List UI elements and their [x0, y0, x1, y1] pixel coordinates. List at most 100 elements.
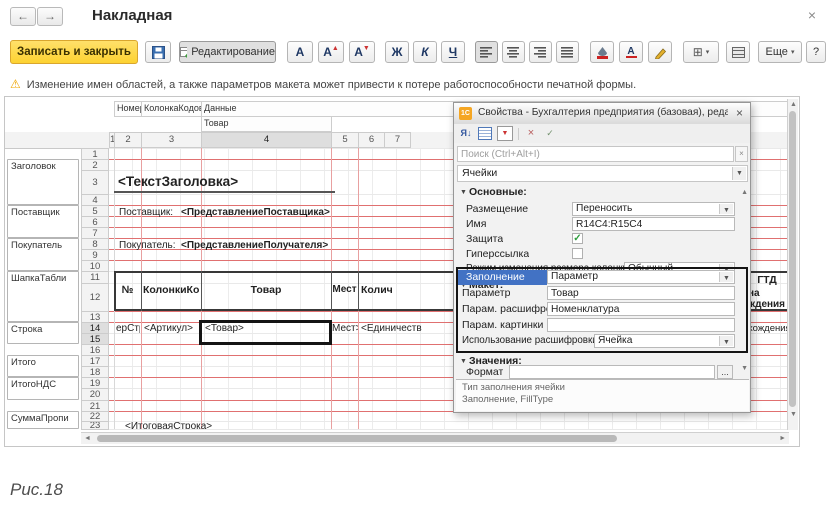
italic-button[interactable]: К	[413, 41, 437, 63]
fill-color-button[interactable]	[590, 41, 614, 63]
sort-icon[interactable]: Я↓	[459, 127, 473, 140]
prop-placement-label: Размещение	[466, 203, 528, 215]
important-properties-icon[interactable]: ▼	[497, 126, 513, 141]
properties-search-input[interactable]	[457, 146, 734, 162]
column-header-6[interactable]: 6	[358, 132, 385, 148]
prop-picture-input[interactable]	[547, 318, 735, 332]
area-label-zagolovok[interactable]: Заголовок	[7, 159, 79, 205]
section-main[interactable]: ▼Основные:	[460, 186, 527, 198]
cell-buyer-value[interactable]: <ПредставлениеПолучателя>	[181, 240, 328, 251]
prop-fill-combo[interactable]: Параметр▼	[547, 270, 735, 284]
font-color-button[interactable]: A	[619, 41, 643, 63]
scroll-down-icon[interactable]: ▼	[790, 411, 797, 418]
align-left-button[interactable]	[475, 41, 498, 63]
horizontal-scrollbar-thumb[interactable]	[97, 435, 617, 442]
column-subgroup-header[interactable]: Товар	[201, 116, 332, 132]
save-button[interactable]	[145, 41, 171, 63]
area-label-stroka[interactable]: Строка	[7, 322, 79, 344]
column-header-7[interactable]: 7	[384, 132, 411, 148]
close-icon[interactable]: ×	[808, 8, 816, 22]
cell-supplier-value[interactable]: <ПредставлениеПоставщика>	[181, 207, 330, 218]
underline-button[interactable]: Ч	[441, 41, 465, 63]
forward-button[interactable]: →	[37, 7, 63, 26]
format-ellipsis-button[interactable]: ...	[717, 365, 733, 379]
scroll-up-icon[interactable]: ▲	[790, 101, 797, 108]
cell-r14-mest[interactable]: Мест>	[332, 323, 358, 334]
column-header-3[interactable]: 3	[141, 132, 202, 148]
row-header-3[interactable]: 3	[81, 170, 109, 195]
scroll-left-icon[interactable]: ◄	[84, 435, 91, 442]
column-header-2[interactable]: 2	[114, 132, 142, 148]
cell-r14-country[interactable]: хождения>	[748, 323, 789, 334]
selected-cell[interactable]	[199, 320, 332, 345]
font-button[interactable]: А	[287, 41, 313, 63]
area-label-summapropisyu[interactable]: СуммаПропи	[7, 411, 79, 429]
cell-total-row[interactable]: <ИтоговаяСтрока>	[125, 421, 212, 429]
row-header-12[interactable]: 12	[81, 283, 109, 312]
vertical-scrollbar-thumb[interactable]	[789, 111, 796, 407]
th-qty[interactable]: Колич	[361, 284, 409, 296]
scroll-right-icon[interactable]: ►	[779, 435, 786, 442]
properties-filter-combo[interactable]: Ячейки ▼	[457, 165, 748, 182]
th-code[interactable]: КолонкиКо	[143, 284, 200, 296]
prop-param-input[interactable]	[547, 286, 735, 300]
th-number[interactable]: №	[114, 284, 141, 296]
help-button[interactable]: ?	[806, 41, 826, 63]
draw-border-button[interactable]	[648, 41, 672, 63]
cell-title[interactable]: <ТекстЗаголовка>	[118, 174, 238, 189]
horizontal-scrollbar[interactable]: ◄ ►	[81, 432, 789, 444]
area-label-itogonds[interactable]: ИтогоНДС	[7, 377, 79, 400]
properties-scroll-up-icon[interactable]: ▲	[741, 189, 748, 196]
properties-scroll-down-icon[interactable]: ▼	[741, 365, 748, 372]
row-header-23[interactable]: 23	[81, 421, 109, 430]
properties-title: Свойства - Бухгалтерия предприятия (базо…	[478, 107, 728, 118]
align-left-icon	[480, 47, 493, 58]
prop-picture-label: Парам. картинки	[462, 319, 543, 331]
column-group-header[interactable]: КолонкаКодов	[141, 101, 202, 117]
back-button[interactable]: ←	[10, 7, 36, 26]
prop-placement-combo[interactable]: Переносить▼	[572, 202, 735, 216]
area-label-shapka[interactable]: ШапкаТабли	[7, 271, 79, 322]
bold-button[interactable]: Ж	[385, 41, 409, 63]
apply-icon[interactable]: ✓	[543, 127, 557, 140]
align-right-button[interactable]	[529, 41, 552, 63]
th-item[interactable]: Товар	[201, 284, 331, 296]
column-header-4[interactable]: 4	[201, 132, 332, 148]
properties-titlebar[interactable]: 1С Свойства - Бухгалтерия предприятия (б…	[454, 103, 750, 125]
prop-decode-input[interactable]	[547, 302, 735, 316]
prop-hyperlink-checkbox[interactable]	[572, 248, 583, 259]
prop-format-input[interactable]	[509, 365, 715, 379]
prop-name-input[interactable]	[572, 217, 735, 231]
prop-protect-checkbox[interactable]	[572, 233, 583, 244]
chevron-down-icon: ▼	[719, 204, 733, 214]
font-increase-button[interactable]: А▲	[318, 41, 344, 63]
borders-button[interactable]: ⊞▾	[683, 41, 719, 63]
cell-r14-articul[interactable]: <Артикул>	[144, 323, 200, 334]
th-country-line2[interactable]: ждения	[748, 299, 785, 310]
prop-fill-label[interactable]: Заполнение	[458, 270, 547, 285]
save-and-close-button[interactable]: Записать и закрыть	[10, 40, 138, 64]
th-mest[interactable]: Мест	[331, 284, 358, 295]
cell-supplier-label[interactable]: Поставщик:	[119, 207, 173, 218]
more-button[interactable]: Еще▾	[758, 41, 802, 63]
font-decrease-button[interactable]: А▼	[349, 41, 375, 63]
column-header-5[interactable]: 5	[331, 132, 359, 148]
th-gtd[interactable]: ГТД	[746, 274, 788, 286]
area-label-pokupatel[interactable]: Покупатель	[7, 238, 79, 271]
prop-use-decode-combo[interactable]: Ячейка▼	[594, 334, 735, 348]
search-clear-icon[interactable]: ×	[735, 146, 748, 162]
categories-icon[interactable]	[478, 127, 492, 140]
cell-buyer-label[interactable]: Покупатель:	[119, 240, 176, 251]
cancel-icon[interactable]: ×	[524, 127, 538, 140]
cell-r14-number[interactable]: ерСтр	[116, 323, 140, 334]
align-center-button[interactable]	[502, 41, 525, 63]
area-label-postavschik[interactable]: Поставщик	[7, 205, 79, 238]
column-group-header[interactable]: НомерС	[114, 101, 142, 117]
edit-mode-button[interactable]: Редактирование	[179, 41, 276, 63]
properties-close-icon[interactable]: ×	[736, 106, 743, 120]
align-justify-button[interactable]	[556, 41, 579, 63]
area-label-itogo[interactable]: Итого	[7, 355, 79, 377]
merge-cells-button[interactable]	[726, 41, 750, 63]
cell-r14-unit[interactable]: <Единичеств	[361, 323, 453, 334]
vertical-scrollbar[interactable]: ▲ ▼	[787, 99, 798, 430]
